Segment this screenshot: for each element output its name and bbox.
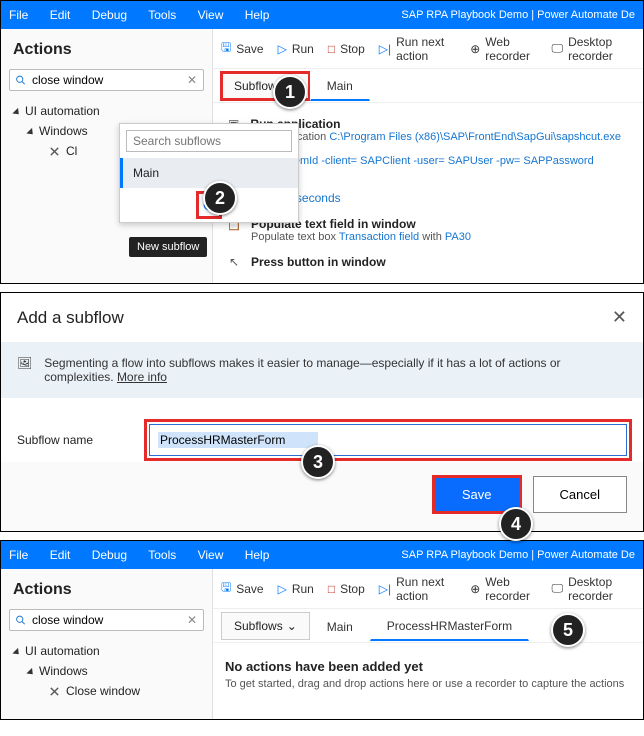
menu-file[interactable]: File (9, 548, 28, 562)
menu-tools[interactable]: Tools (148, 8, 176, 22)
actions-search[interactable]: ✕ (9, 69, 204, 91)
dialog-cancel-button[interactable]: Cancel (533, 476, 627, 513)
empty-subtitle: To get started, drag and drop actions he… (225, 678, 631, 690)
step-press-button[interactable]: Press button in window (251, 255, 386, 269)
menu-edit[interactable]: Edit (50, 8, 71, 22)
window-title: SAP RPA Playbook Demo | Power Automate D… (401, 549, 635, 561)
window-title: SAP RPA Playbook Demo | Power Automate D… (401, 9, 635, 21)
stop-button[interactable]: □Stop (328, 42, 365, 56)
menu-bar: File Edit Debug Tools View Help SAP RPA … (1, 541, 643, 569)
menu-view[interactable]: View (198, 8, 224, 22)
web-recorder-button[interactable]: ⊕Web recorder (470, 35, 537, 63)
subflow-name-input[interactable] (158, 432, 318, 448)
subflow-name-label: Subflow name (17, 433, 117, 447)
desktop-recorder-button[interactable]: 🖵Desktop recorder (552, 35, 635, 63)
actions-heading: Actions (13, 41, 204, 59)
more-info-link[interactable]: More info (117, 370, 167, 384)
add-subflow-dialog: Add a subflow ✕ 🖼 Segmenting a flow into… (0, 292, 644, 532)
run-button[interactable]: ▷Run (278, 582, 314, 596)
menu-tools[interactable]: Tools (148, 548, 176, 562)
callout-3: 3 (301, 445, 335, 479)
run-next-button[interactable]: ▷|Run next action (379, 35, 456, 63)
menu-edit[interactable]: Edit (50, 548, 71, 562)
tree-windows[interactable]: Windows (13, 661, 204, 681)
save-button[interactable]: 🖫Save (221, 578, 264, 599)
window-icon (49, 686, 60, 697)
new-subflow-tooltip: New subflow (129, 237, 207, 257)
run-next-button[interactable]: ▷|Run next action (379, 575, 456, 603)
menu-help[interactable]: Help (245, 548, 270, 562)
menu-bar: File Edit Debug Tools View Help SAP RPA … (1, 1, 643, 29)
search-icon (16, 74, 26, 87)
desktop-recorder-button[interactable]: 🖵Desktop recorder (552, 575, 635, 603)
actions-search-input[interactable] (32, 613, 187, 627)
dialog-save-button[interactable]: Save (435, 478, 519, 511)
search-icon (16, 614, 26, 627)
tab-main[interactable]: Main (310, 611, 370, 641)
close-button[interactable]: ✕ (612, 307, 627, 328)
save-button[interactable]: 🖫Save (221, 38, 264, 59)
actions-heading: Actions (13, 581, 204, 599)
dialog-title: Add a subflow (17, 308, 124, 328)
subflows-dropdown[interactable]: Subflows⌄ (221, 612, 310, 640)
tree-close-window[interactable]: Close window (13, 681, 204, 701)
clear-icon[interactable]: ✕ (187, 613, 197, 627)
tab-main[interactable]: Main (310, 70, 370, 101)
subflows-search-input[interactable] (133, 134, 288, 148)
clear-icon[interactable]: ✕ (187, 73, 197, 87)
callout-1: 1 (273, 75, 307, 109)
menu-debug[interactable]: Debug (92, 548, 127, 562)
step-run-application[interactable]: Run application (250, 117, 631, 131)
menu-file[interactable]: File (9, 8, 28, 22)
actions-search-input[interactable] (32, 73, 187, 87)
menu-view[interactable]: View (198, 548, 224, 562)
tree-ui-automation[interactable]: UI automation (13, 101, 204, 121)
empty-title: No actions have been added yet (225, 659, 631, 674)
menu-help[interactable]: Help (245, 8, 270, 22)
callout-5: 5 (551, 613, 585, 647)
image-icon: 🖼 (17, 356, 32, 384)
web-recorder-button[interactable]: ⊕Web recorder (470, 575, 537, 603)
tab-processhrmasterform[interactable]: ProcessHRMasterForm (370, 610, 529, 641)
callout-2: 2 (203, 181, 237, 215)
callout-4: 4 (499, 507, 533, 541)
window-icon (49, 146, 60, 157)
cursor-icon: ↖ (225, 255, 243, 269)
run-button[interactable]: ▷Run (278, 42, 314, 56)
menu-debug[interactable]: Debug (92, 8, 127, 22)
stop-button[interactable]: □Stop (328, 582, 365, 596)
actions-search[interactable]: ✕ (9, 609, 204, 631)
tree-ui-automation[interactable]: UI automation (13, 641, 204, 661)
